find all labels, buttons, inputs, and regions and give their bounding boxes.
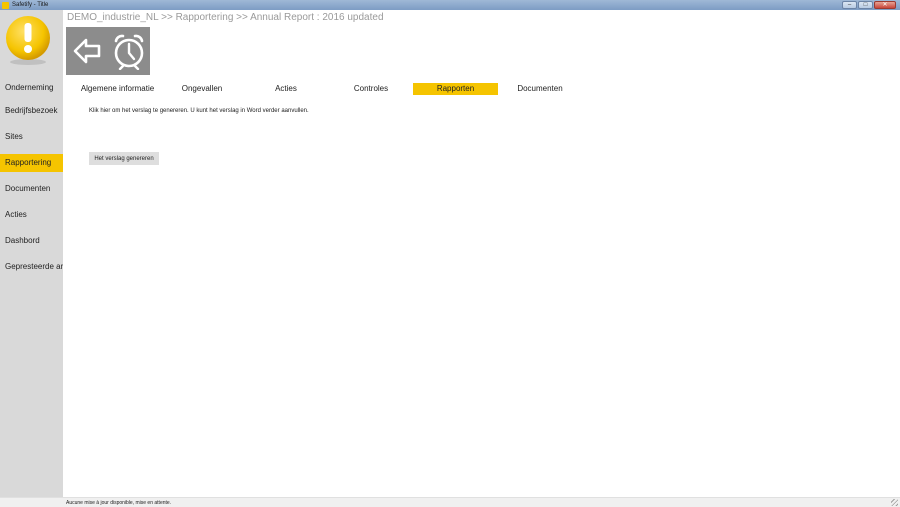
sidebar-item-gepresteerde-arb[interactable]: Gepresteerde arb	[0, 258, 63, 276]
app-icon	[2, 1, 9, 9]
window-titlebar: Safetify - Title – □ ✕	[0, 0, 900, 10]
back-button[interactable]	[66, 27, 108, 75]
close-button[interactable]: ✕	[874, 1, 896, 9]
tab-acties[interactable]: Acties	[244, 83, 328, 95]
resize-grip-icon[interactable]	[891, 499, 898, 506]
sidebar-item-documenten[interactable]: Documenten	[0, 180, 63, 198]
tab-documenten[interactable]: Documenten	[498, 83, 582, 95]
sidebar-item-sites[interactable]: Sites	[0, 128, 63, 146]
tab-rapporten[interactable]: Rapporten	[413, 83, 498, 95]
maximize-button[interactable]: □	[858, 1, 873, 9]
sidebar-item-onderneming[interactable]: Onderneming	[0, 79, 63, 97]
sidebar: Onderneming Bedrijfsbezoek Sites Rapport…	[0, 10, 63, 497]
tab-ongevallen[interactable]: Ongevallen	[160, 83, 244, 95]
tab-controles[interactable]: Controles	[328, 83, 414, 95]
sidebar-item-bedrijfsbezoek[interactable]: Bedrijfsbezoek	[0, 102, 63, 120]
minimize-button[interactable]: –	[842, 1, 857, 9]
status-message: Aucune mise à jour disponible, mise en a…	[66, 500, 172, 506]
report-instructions: Klik hier om het verslag te genereren. U…	[89, 108, 309, 114]
stopwatch-icon	[114, 34, 144, 70]
sidebar-item-rapportering[interactable]: Rapportering	[0, 154, 63, 172]
generate-report-button[interactable]: Het verslag genereren	[89, 152, 159, 165]
window-controls: – □ ✕	[842, 0, 896, 10]
sidebar-item-dashbord[interactable]: Dashbord	[0, 232, 63, 250]
tab-algemene-informatie[interactable]: Algemene informatie	[75, 83, 160, 95]
breadcrumb: DEMO_industrie_NL >> Rapportering >> Ann…	[67, 12, 384, 23]
toolbar	[66, 27, 150, 75]
warning-exclamation-icon	[6, 16, 50, 65]
back-arrow-icon	[73, 38, 101, 64]
status-bar: Aucune mise à jour disponible, mise en a…	[0, 497, 900, 507]
window-title: Safetify - Title	[12, 2, 49, 8]
timer-button[interactable]	[108, 27, 150, 75]
sidebar-item-acties[interactable]: Acties	[0, 206, 63, 224]
